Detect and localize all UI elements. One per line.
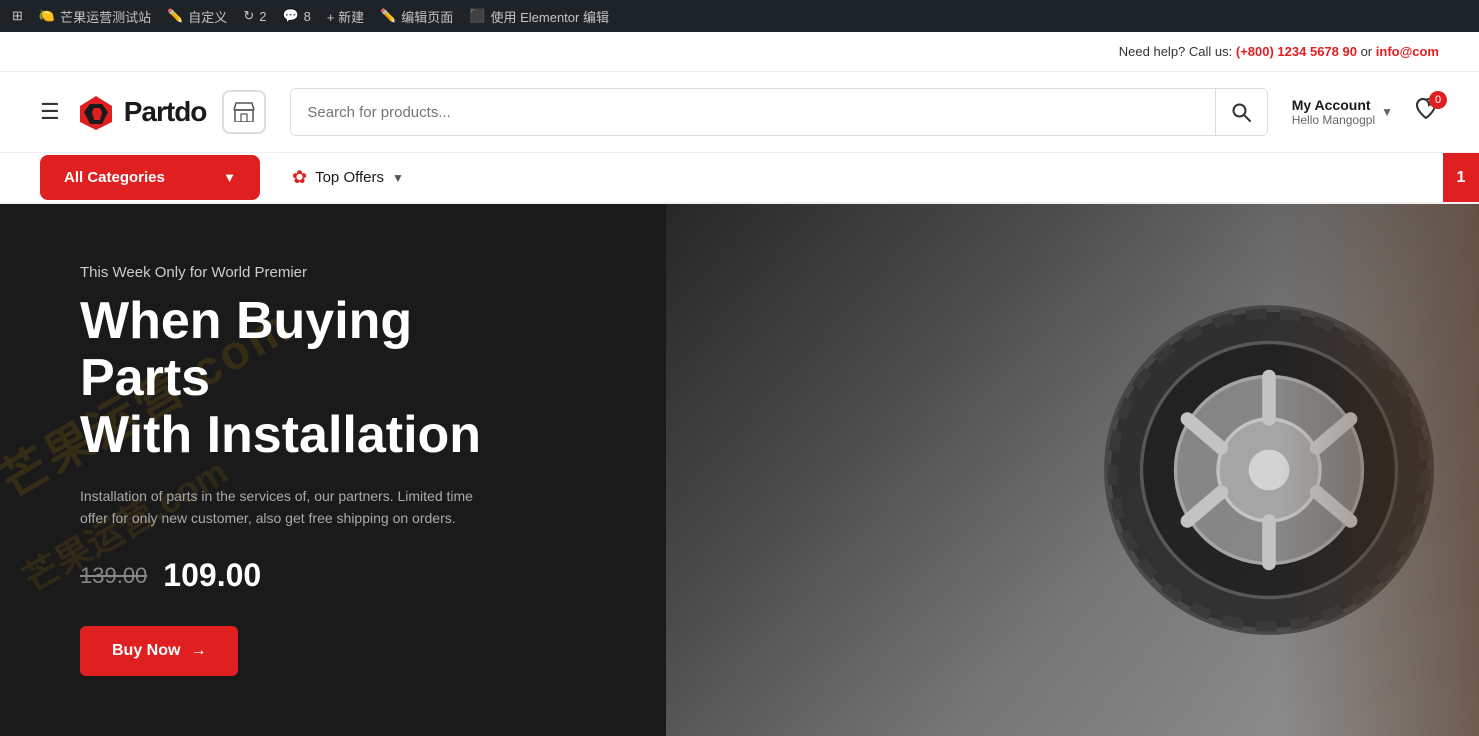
- logo-area[interactable]: Partdo: [76, 92, 207, 132]
- phone-link[interactable]: (+800) 1234 5678 90: [1236, 44, 1357, 59]
- account-chevron-icon: ▼: [1381, 105, 1393, 119]
- search-icon: [1231, 102, 1251, 122]
- account-label: My Account: [1292, 97, 1375, 113]
- account-area: My Account Hello Mangogpl ▼ 0: [1292, 97, 1439, 128]
- need-help-text: Need help? Call us:: [1119, 44, 1232, 59]
- email-link[interactable]: info@com: [1376, 44, 1439, 59]
- hero-price-row: 139.00 109.00: [80, 557, 540, 594]
- admin-site-name[interactable]: 🍋 芒果运营测试站: [39, 7, 151, 26]
- hero-section: 芒果运营.com 芒果运营.com This Week Only for Wor…: [0, 204, 1479, 736]
- hero-title: When Buying Parts With Installation: [80, 293, 540, 465]
- hero-title-line2: With Installation: [80, 406, 481, 464]
- arrow-icon: →: [190, 642, 206, 660]
- top-offers-menu[interactable]: ✿ Top Offers ▼: [276, 153, 420, 202]
- hero-description: Installation of parts in the services of…: [80, 485, 500, 530]
- customize-icon: ✏️: [167, 8, 183, 24]
- admin-comments[interactable]: 💬 8: [282, 8, 310, 24]
- old-price: 139.00: [80, 563, 147, 589]
- hero-background: [666, 204, 1479, 736]
- my-account-dropdown[interactable]: My Account Hello Mangogpl ▼: [1292, 97, 1393, 127]
- revisions-icon: ↻: [243, 8, 254, 24]
- hero-content: This Week Only for World Premier When Bu…: [0, 204, 620, 736]
- all-categories-chevron-icon: ▼: [223, 170, 236, 185]
- search-button[interactable]: [1215, 89, 1267, 135]
- wishlist-count: 0: [1429, 91, 1447, 109]
- or-text: or: [1361, 44, 1373, 59]
- all-categories-button[interactable]: All Categories ▼: [40, 155, 260, 200]
- hero-title-line1: When Buying Parts: [80, 292, 412, 407]
- header: ☰ Partdo: [0, 72, 1479, 153]
- nav-bar: All Categories ▼ ✿ Top Offers ▼ 1: [0, 153, 1479, 204]
- hamburger-menu[interactable]: ☰: [40, 99, 60, 125]
- account-sub: Hello Mangogpl: [1292, 113, 1375, 127]
- search-input[interactable]: [291, 89, 1214, 135]
- edit-page-icon: ✏️: [380, 8, 396, 24]
- offers-icon: ✿: [292, 167, 307, 188]
- admin-wp-icon[interactable]: ⊞: [12, 8, 23, 24]
- buy-now-button[interactable]: Buy Now →: [80, 626, 238, 676]
- admin-bar: ⊞ 🍋 芒果运营测试站 ✏️ 自定义 ↻ 2 💬 8 + 新建 ✏️ 编辑页面 …: [0, 0, 1479, 32]
- admin-customize[interactable]: ✏️ 自定义: [167, 7, 227, 26]
- top-offers-chevron-icon: ▼: [392, 171, 404, 185]
- wishlist-button[interactable]: 0: [1413, 97, 1439, 128]
- store-icon: [233, 102, 255, 122]
- nav-notification-badge[interactable]: 1: [1443, 153, 1479, 202]
- store-icon-button[interactable]: [222, 90, 266, 134]
- comments-icon: 💬: [282, 8, 298, 24]
- elementor-icon: ⬛: [469, 8, 485, 24]
- logo-icon: [76, 92, 116, 132]
- header-left: ☰ Partdo: [40, 90, 266, 134]
- admin-revisions[interactable]: ↻ 2: [243, 8, 266, 24]
- admin-new[interactable]: + 新建: [327, 7, 364, 26]
- hero-subtitle: This Week Only for World Premier: [80, 264, 540, 281]
- top-info-bar: Need help? Call us: (+800) 1234 5678 90 …: [0, 32, 1479, 72]
- new-price: 109.00: [163, 557, 261, 594]
- admin-elementor-edit[interactable]: ⬛ 使用 Elementor 编辑: [469, 7, 609, 26]
- logo-text: Partdo: [124, 96, 207, 128]
- search-area: [290, 88, 1267, 136]
- wp-logo: ⊞: [12, 8, 23, 24]
- admin-edit-page[interactable]: ✏️ 编辑页面: [380, 7, 453, 26]
- account-text: My Account Hello Mangogpl: [1292, 97, 1375, 127]
- site-icon: 🍋: [39, 8, 55, 24]
